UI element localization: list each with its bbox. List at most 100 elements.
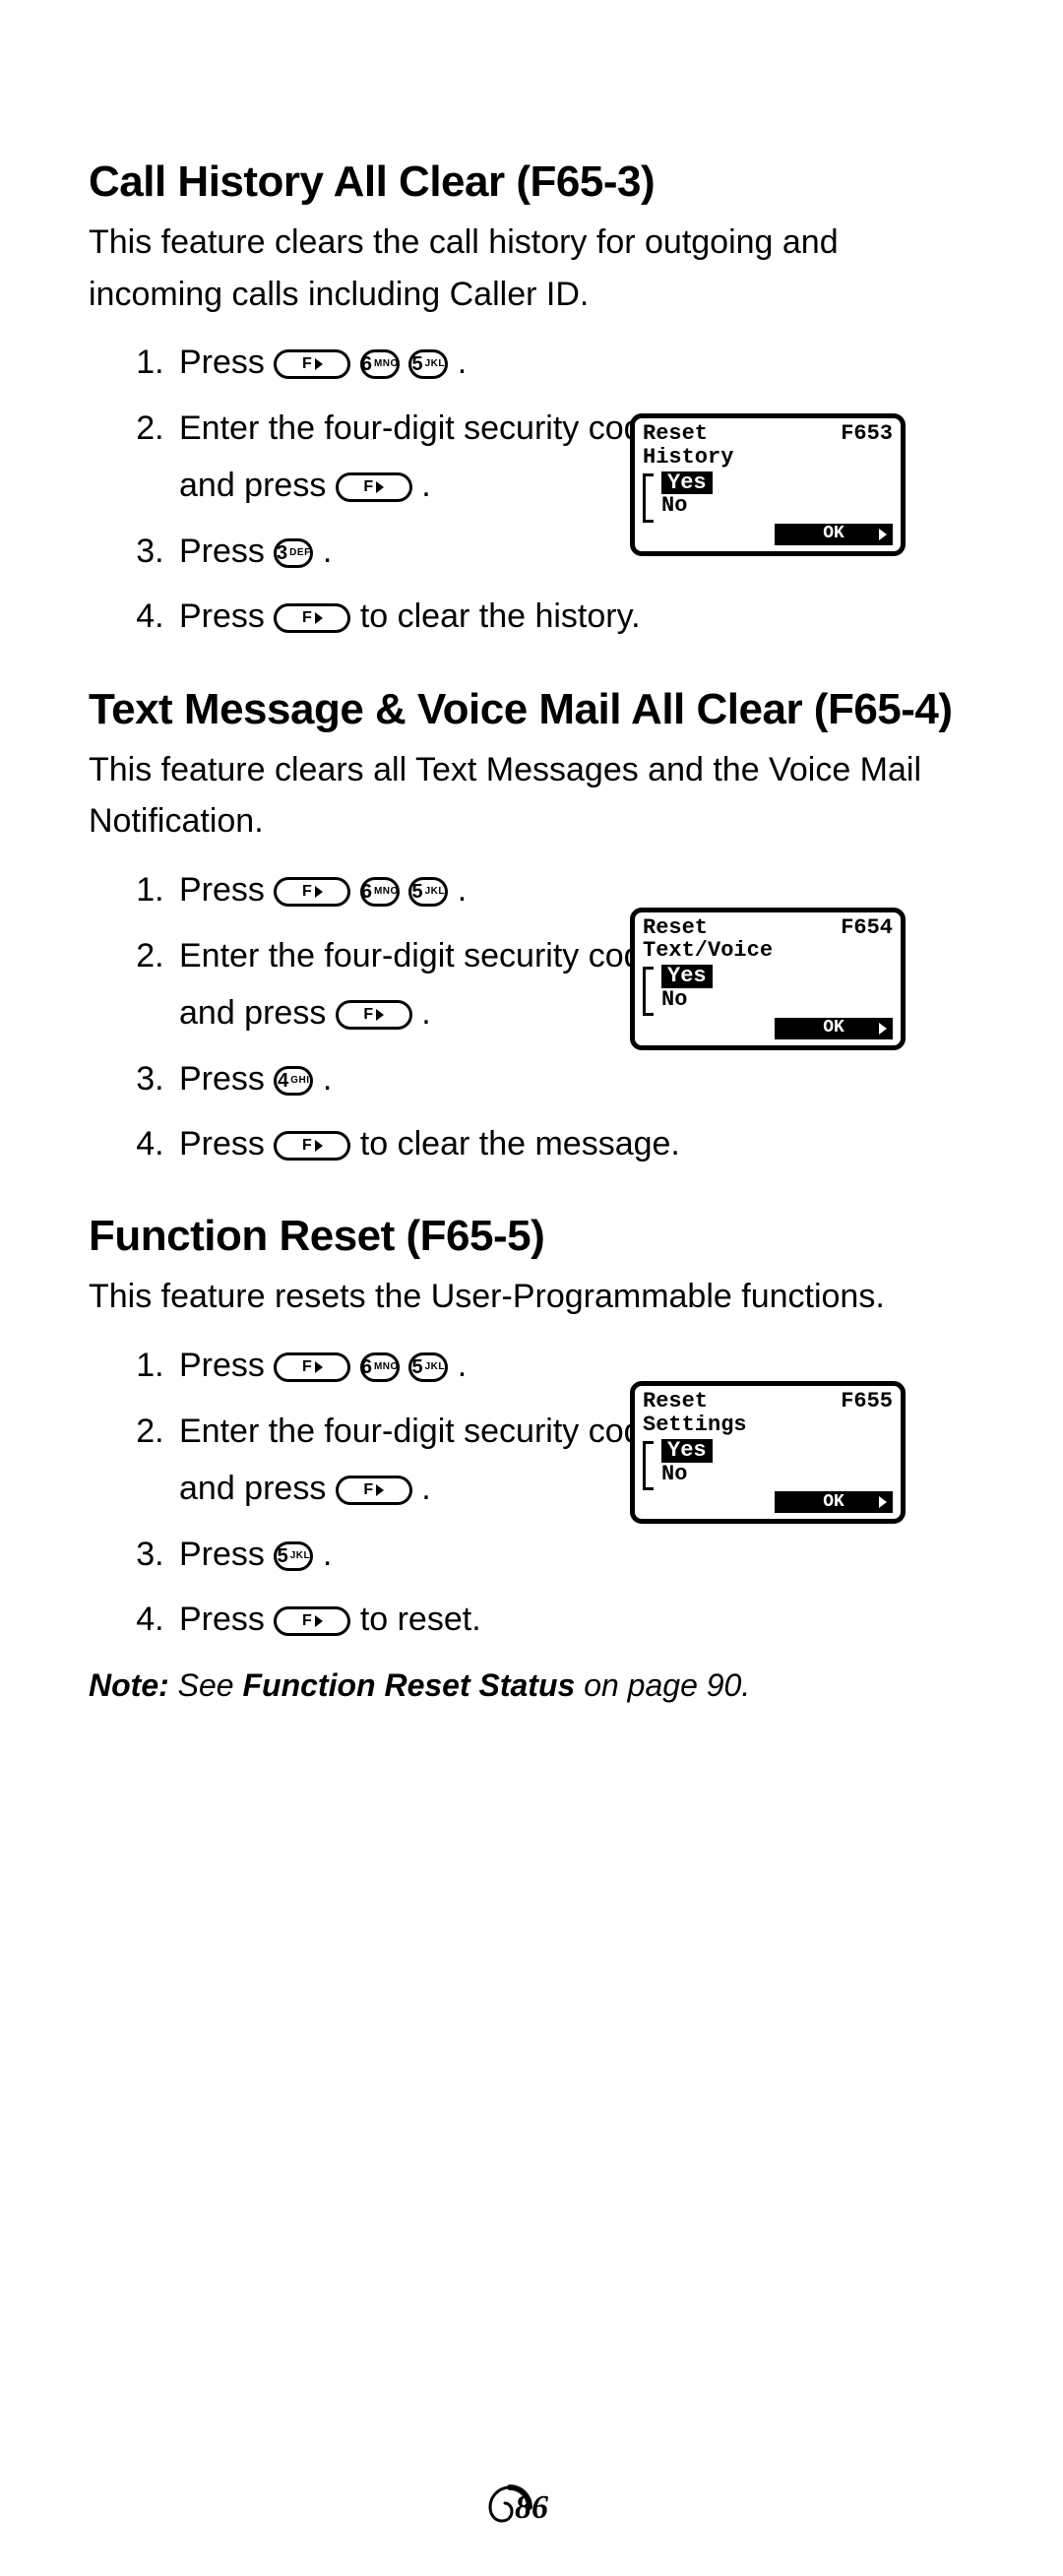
- f-key: F: [274, 1131, 350, 1161]
- key-sub: JKL: [288, 1551, 310, 1561]
- step-text: Press: [179, 871, 274, 909]
- key-6: 6MNO: [360, 877, 400, 907]
- bracket-icon: [643, 473, 654, 523]
- key-label: F: [363, 1482, 375, 1498]
- step-text: Press: [179, 1347, 274, 1384]
- manual-page: Reset F653 History Yes No OK Call Histor…: [0, 0, 1063, 2576]
- step-text: Enter the four-digit security code and p…: [179, 937, 660, 1032]
- lcd-code: F653: [841, 422, 893, 446]
- key-label: F: [302, 356, 314, 372]
- lcd-ok-bar: OK: [775, 1491, 893, 1513]
- step-text: .: [323, 533, 332, 570]
- f-key: F: [336, 1000, 412, 1030]
- heading-function-reset: Function Reset (F65-5): [89, 1212, 974, 1261]
- key-label: F: [302, 1359, 314, 1375]
- key-label: F: [363, 1007, 375, 1023]
- key-digit: 5: [412, 882, 423, 902]
- arrow-right-icon: [315, 612, 323, 624]
- bracket-icon: [643, 1441, 654, 1490]
- key-sub: MNO: [372, 1362, 399, 1372]
- key-sub: JKL: [423, 359, 445, 369]
- lcd-call-history: Reset F653 History Yes No OK: [630, 413, 906, 556]
- lcd-no: No: [661, 988, 713, 1012]
- step-text: .: [421, 467, 430, 504]
- key-5: 5JKL: [408, 877, 448, 907]
- key-sub: JKL: [423, 887, 445, 897]
- step-text: .: [421, 1470, 430, 1507]
- lcd-line2: Text/Voice: [643, 939, 893, 963]
- lcd-reset-label: Reset: [643, 1390, 708, 1414]
- key-sub: MNO: [372, 887, 399, 897]
- arrow-right-icon: [315, 1615, 323, 1627]
- step-text: Press: [179, 344, 274, 381]
- key-5: 5JKL: [408, 1352, 448, 1382]
- step-3: Press 4GHI .: [173, 1050, 974, 1107]
- lcd-options: Yes No: [643, 471, 893, 527]
- arrow-right-icon: [315, 1361, 323, 1373]
- lcd-no: No: [661, 1463, 713, 1486]
- intro-call-history: This feature clears the call history for…: [89, 217, 974, 320]
- arrow-right-icon: [315, 1140, 323, 1152]
- step-text: Press: [179, 1060, 274, 1098]
- f-key: F: [336, 1476, 412, 1505]
- arrow-right-icon: [315, 358, 323, 370]
- step-text: Press: [179, 1125, 274, 1162]
- step-text: Enter the four-digit security code and p…: [179, 1413, 660, 1507]
- key-label: F: [363, 479, 375, 495]
- step-4: Press F to clear the message.: [173, 1115, 974, 1172]
- lcd-line2: Settings: [643, 1414, 893, 1437]
- note-ref: Function Reset Status: [242, 1667, 575, 1703]
- key-label: F: [302, 884, 314, 900]
- arrow-right-icon: [376, 1484, 384, 1496]
- arrow-right-icon: [879, 529, 887, 540]
- section-text-voice: Reset F654 Text/Voice Yes No OK Text Mes…: [89, 685, 974, 1173]
- lcd-reset-label: Reset: [643, 422, 708, 446]
- key-digit: 5: [412, 354, 423, 374]
- lcd-ok-text: OK: [823, 525, 844, 543]
- lcd-ok-text: OK: [823, 1493, 844, 1512]
- section-call-history: Reset F653 History Yes No OK Call Histor…: [89, 157, 974, 646]
- f-key: F: [274, 603, 350, 633]
- key-digit: 6: [361, 354, 372, 374]
- f-key: F: [336, 472, 412, 502]
- key-digit: 5: [278, 1546, 288, 1566]
- note-text: See: [169, 1667, 243, 1703]
- key-digit: 6: [361, 1357, 372, 1377]
- note-text2: on page 90.: [575, 1667, 750, 1703]
- lcd-ok-bar: OK: [775, 524, 893, 545]
- key-6: 6MNO: [360, 349, 400, 379]
- lcd-no: No: [661, 494, 713, 518]
- key-label: F: [302, 1138, 314, 1154]
- key-sub: MNO: [372, 359, 399, 369]
- lcd-code: F655: [841, 1390, 893, 1414]
- page-number: 86: [0, 2489, 1063, 2527]
- key-sub: DEF: [287, 548, 311, 558]
- key-digit: 6: [361, 882, 372, 902]
- step-text: to clear the history.: [360, 597, 641, 635]
- lcd-options: Yes No: [643, 965, 893, 1020]
- step-text: Press: [179, 533, 274, 570]
- step-text: .: [458, 1347, 467, 1384]
- step-text: Enter the four-digit security code and p…: [179, 409, 660, 504]
- section-function-reset: Reset F655 Settings Yes No OK Function R…: [89, 1212, 974, 1704]
- step-text: Press: [179, 1601, 274, 1638]
- step-text: .: [323, 1060, 332, 1098]
- step-text: .: [421, 994, 430, 1032]
- note: Note: See Function Reset Status on page …: [89, 1667, 974, 1704]
- arrow-right-icon: [376, 1009, 384, 1021]
- lcd-yes: Yes: [661, 965, 713, 988]
- f-key: F: [274, 349, 350, 379]
- key-sub: GHI: [288, 1076, 309, 1086]
- intro-function-reset: This feature resets the User-Programmabl…: [89, 1271, 974, 1323]
- key-5: 5JKL: [408, 349, 448, 379]
- key-label: F: [302, 610, 314, 626]
- key-3: 3DEF: [274, 538, 313, 568]
- f-key: F: [274, 1606, 350, 1636]
- key-sub: JKL: [423, 1362, 445, 1372]
- key-digit: 4: [278, 1071, 288, 1091]
- step-text: .: [458, 344, 467, 381]
- key-digit: 3: [277, 543, 287, 563]
- step-3: Press 5JKL .: [173, 1526, 974, 1583]
- f-key: F: [274, 877, 350, 907]
- bracket-icon: [643, 967, 654, 1016]
